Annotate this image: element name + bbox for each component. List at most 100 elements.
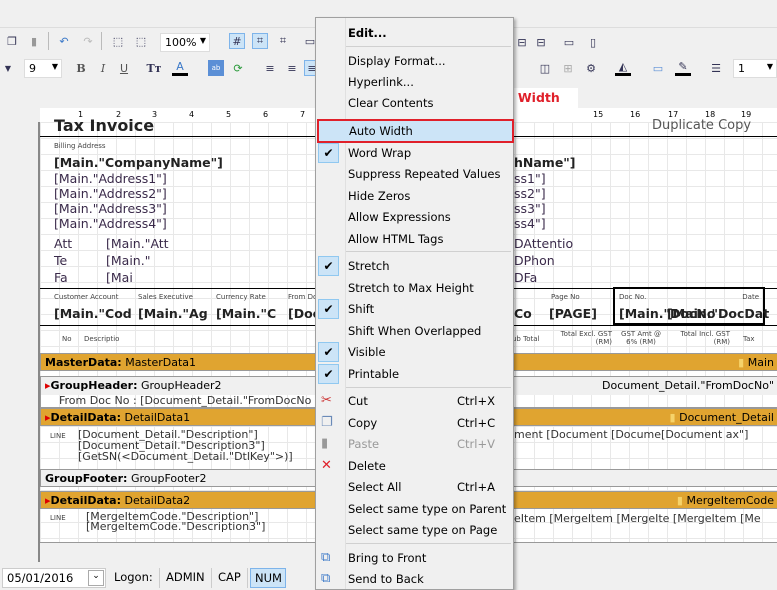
contact-field[interactable]: DFa bbox=[514, 270, 537, 285]
italic-button[interactable]: I bbox=[95, 60, 111, 76]
header-field[interactable]: Co bbox=[514, 306, 532, 321]
contact-field[interactable]: [Mai bbox=[106, 270, 133, 285]
fill-color-icon[interactable]: ◭ bbox=[615, 60, 631, 76]
menu-item-auto-width[interactable]: Auto Width bbox=[317, 119, 514, 143]
column-label[interactable]: Tax bbox=[743, 335, 755, 343]
line-field[interactable]: LINE bbox=[50, 432, 66, 440]
menu-item-allow-expressions[interactable]: Allow Expressions bbox=[316, 206, 513, 227]
chevron-down-icon[interactable]: ▼ bbox=[0, 60, 16, 76]
menu-item-allow-html[interactable]: Allow HTML Tags bbox=[316, 228, 513, 249]
address-field[interactable]: [Main."Address1"] bbox=[54, 171, 167, 186]
menu-item-select-all[interactable]: Select All Ctrl+A bbox=[316, 476, 513, 497]
report-title[interactable]: Tax Invoice bbox=[54, 116, 154, 135]
company-name-field[interactable]: [Main."CompanyName"] bbox=[54, 155, 223, 170]
menu-item-printable[interactable]: ✔ Printable bbox=[316, 363, 513, 384]
contact-field[interactable]: DPhon bbox=[514, 253, 555, 268]
header-field[interactable]: [Main."Ag bbox=[138, 306, 208, 321]
merge-description3-field[interactable]: [MergeItemCode."Description3"] bbox=[86, 520, 265, 533]
frame-icon[interactable]: ◫ bbox=[537, 60, 553, 76]
menu-item-select-same-parent[interactable]: Select same type on Parent bbox=[316, 498, 513, 519]
header-field[interactable]: [Main."C bbox=[216, 306, 276, 321]
doc-date-field[interactable]: [Main."DocDat bbox=[667, 306, 769, 321]
address-field[interactable]: ss2"] bbox=[514, 186, 546, 201]
menu-item-clear-contents[interactable]: Clear Contents bbox=[316, 92, 513, 113]
copy-icon[interactable]: ❐ bbox=[4, 33, 20, 49]
contact-label[interactable]: Att bbox=[54, 236, 72, 251]
menu-item-delete[interactable]: ✕ Delete bbox=[316, 455, 513, 476]
paste-icon[interactable]: ▮ bbox=[26, 33, 42, 49]
column-label[interactable]: ub Total bbox=[512, 335, 539, 343]
menu-item-send-to-back[interactable]: ⧉ Send to Back bbox=[316, 568, 513, 589]
detail-fields[interactable]: ment [Document [Docume[Document ax"] bbox=[514, 428, 748, 441]
align-left-icon[interactable]: ≡ bbox=[262, 60, 278, 76]
address-field[interactable]: [Main."Address4"] bbox=[54, 216, 167, 231]
column-label[interactable]: No bbox=[62, 335, 72, 343]
frame-all-icon[interactable]: ⊞ bbox=[560, 60, 576, 76]
menu-item-stretch[interactable]: ✔ Stretch bbox=[316, 255, 513, 276]
text-rotation-icon[interactable]: Tт bbox=[146, 60, 162, 76]
header-field[interactable]: [Main."Cod bbox=[54, 306, 132, 321]
billing-address-label[interactable]: Billing Address bbox=[54, 142, 106, 150]
menu-item-stretch-max[interactable]: Stretch to Max Height bbox=[316, 277, 513, 298]
serial-number-field[interactable]: [GetSN(<Document_Detail."DtlKey">)] bbox=[78, 450, 293, 463]
header-label[interactable]: Page No bbox=[551, 293, 580, 301]
address-field[interactable]: ss1"] bbox=[514, 171, 546, 186]
menu-item-edit[interactable]: Edit... bbox=[316, 22, 513, 43]
menu-item-hide-zeros[interactable]: Hide Zeros bbox=[316, 185, 513, 206]
contact-field[interactable]: DAttentio bbox=[514, 236, 573, 251]
menu-item-select-same-page[interactable]: Select same type on Page bbox=[316, 519, 513, 540]
line-color-icon[interactable]: ✎ bbox=[675, 60, 691, 76]
undo-icon[interactable]: ↶ bbox=[56, 33, 72, 49]
menu-item-suppress-repeated[interactable]: Suppress Repeated Values bbox=[316, 163, 513, 184]
highlight-icon[interactable]: ab bbox=[208, 60, 224, 76]
chevron-down-icon[interactable]: ⌄ bbox=[88, 570, 104, 586]
center-v-icon[interactable]: ⊟ bbox=[533, 34, 549, 50]
snap-grid-icon[interactable]: ⌗ bbox=[252, 33, 268, 49]
bold-button[interactable]: B bbox=[73, 60, 89, 76]
merge-fields[interactable]: eItem [MergeItem [MergeIte [MergeItem [M… bbox=[514, 512, 761, 525]
address-field[interactable]: [Main."Address3"] bbox=[54, 201, 167, 216]
fit-grid-icon[interactable]: ⌗ bbox=[275, 33, 291, 49]
contact-field[interactable]: [Main." bbox=[106, 253, 150, 268]
branch-name-field[interactable]: hName"] bbox=[514, 155, 576, 170]
space-h-icon[interactable]: ▭ bbox=[561, 34, 577, 50]
header-label[interactable]: From Do bbox=[288, 293, 317, 301]
line-field[interactable]: LINE bbox=[50, 514, 66, 522]
zoom-select[interactable]: 100% ▼ bbox=[160, 33, 210, 52]
menu-item-copy[interactable]: ❐ Copy Ctrl+C bbox=[316, 412, 513, 433]
contact-label[interactable]: Fa bbox=[54, 270, 68, 285]
grid-icon[interactable]: # bbox=[229, 33, 245, 49]
contact-label[interactable]: Te bbox=[54, 253, 67, 268]
menu-item-hyperlink[interactable]: Hyperlink... bbox=[316, 71, 513, 92]
contact-field[interactable]: [Main."Att bbox=[106, 236, 169, 251]
group-icon[interactable]: ⬚ bbox=[110, 33, 126, 49]
date-field[interactable]: 05/01/2016 ⌄ bbox=[2, 568, 106, 588]
address-field[interactable]: ss3"] bbox=[514, 201, 546, 216]
font-size-select[interactable]: 9 ▼ bbox=[24, 59, 62, 78]
column-label[interactable]: Total Excl. GST (RM) bbox=[560, 330, 612, 346]
copy-label[interactable]: Duplicate Copy bbox=[652, 118, 751, 133]
header-label[interactable]: Date bbox=[742, 293, 759, 301]
address-field[interactable]: [Main."Address2"] bbox=[54, 186, 167, 201]
menu-item-bring-to-front[interactable]: ⧉ Bring to Front bbox=[316, 547, 513, 568]
address-field[interactable]: ss4"] bbox=[514, 216, 546, 231]
page-number-field[interactable]: [PAGE] bbox=[549, 306, 597, 321]
selected-doc-box[interactable]: Doc No. Date [Main."DocNo [Main."DocDat bbox=[613, 287, 769, 325]
menu-item-word-wrap[interactable]: ✔ Word Wrap bbox=[316, 142, 513, 163]
column-label[interactable]: Descriptio bbox=[84, 335, 119, 343]
menu-item-shift-overlapped[interactable]: Shift When Overlapped bbox=[316, 320, 513, 341]
space-v-icon[interactable]: ▯ bbox=[585, 34, 601, 50]
menu-item-paste[interactable]: ▮ Paste Ctrl+V bbox=[316, 433, 513, 454]
frame-edit-icon[interactable]: ⚙ bbox=[583, 60, 599, 76]
line-width-select[interactable]: 1 ▼ bbox=[733, 59, 777, 78]
ungroup-icon[interactable]: ⬚ bbox=[133, 33, 149, 49]
align-center-icon[interactable]: ≡ bbox=[284, 60, 300, 76]
shadow-icon[interactable]: ▭ bbox=[650, 60, 666, 76]
underline-button[interactable]: U bbox=[116, 60, 132, 76]
column-label[interactable]: Total Incl. GST (RM) bbox=[678, 330, 730, 346]
redo-icon[interactable]: ↷ bbox=[80, 33, 96, 49]
menu-item-cut[interactable]: ✂ Cut Ctrl+X bbox=[316, 390, 513, 411]
header-label[interactable]: Sales Executive bbox=[138, 293, 193, 301]
menu-item-shift[interactable]: ✔ Shift bbox=[316, 298, 513, 319]
header-label[interactable]: Doc No. bbox=[619, 293, 646, 301]
